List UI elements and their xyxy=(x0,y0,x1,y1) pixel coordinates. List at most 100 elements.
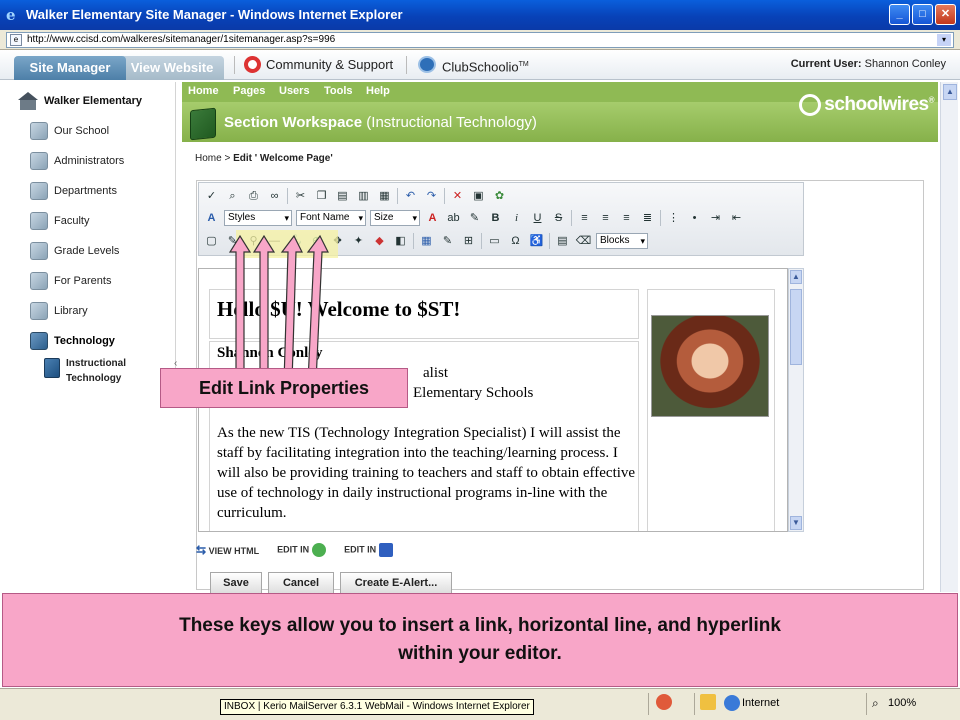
menu-home[interactable]: Home xyxy=(188,85,219,97)
cut-icon[interactable]: ✂ xyxy=(292,188,309,205)
omega-icon[interactable]: Ω xyxy=(507,233,524,250)
scroll-down-icon[interactable]: ▼ xyxy=(790,516,802,530)
sidebar-item-for-parents[interactable]: For Parents xyxy=(30,270,111,292)
cell-icon[interactable]: ⊞ xyxy=(460,233,477,250)
window-controls: _ □ ✕ xyxy=(889,4,956,25)
community-support-link[interactable]: Community & Support xyxy=(266,56,393,74)
strikethrough-icon[interactable]: S xyxy=(550,210,567,227)
sidebar-item-administrators[interactable]: Administrators xyxy=(30,150,124,172)
eraser-icon[interactable]: ⌫ xyxy=(575,233,592,250)
tab-view-website[interactable]: View Website xyxy=(120,56,224,80)
security-zone[interactable]: Internet xyxy=(724,695,779,711)
template-icon[interactable]: ✿ xyxy=(491,188,508,205)
page-scroll-up-icon[interactable]: ▲ xyxy=(943,84,957,100)
tab-edit-in-frontpage[interactable]: EDIT IN xyxy=(344,543,394,557)
scroll-up-icon[interactable]: ▲ xyxy=(790,270,802,284)
preview-icon[interactable]: ▣ xyxy=(470,188,487,205)
maximize-button[interactable]: □ xyxy=(912,4,933,25)
sidebar-school[interactable]: Walker Elementary xyxy=(18,92,142,110)
symbol-icon[interactable]: ◧ xyxy=(392,233,409,250)
callout-arrow-3 xyxy=(280,234,303,383)
breadcrumb-home[interactable]: Home xyxy=(195,153,222,164)
align-center-icon[interactable]: ≡ xyxy=(597,210,614,227)
italic-icon[interactable]: i xyxy=(508,210,525,227)
styles-select[interactable]: Styles xyxy=(224,210,292,226)
outdent-icon[interactable]: ⇤ xyxy=(728,210,745,227)
bullet-list-icon[interactable]: • xyxy=(686,210,703,227)
tab-site-manager[interactable]: Site Manager xyxy=(14,56,126,80)
highlight-icon[interactable]: ab xyxy=(445,210,462,227)
font-name-select[interactable]: Font Name xyxy=(296,210,366,226)
align-right-icon[interactable]: ≡ xyxy=(618,210,635,227)
folder-open-icon xyxy=(30,332,48,350)
zoom-label: 100% xyxy=(888,697,917,709)
sidebar-item-grade-levels[interactable]: Grade Levels xyxy=(30,240,119,262)
table-edit-icon[interactable]: ✎ xyxy=(439,233,456,250)
copy-icon[interactable]: ❐ xyxy=(313,188,330,205)
flash-icon[interactable]: ✦ xyxy=(350,233,367,250)
document-icon[interactable]: ◆ xyxy=(371,233,388,250)
address-url: http://www.ccisd.com/walkeres/sitemanage… xyxy=(27,34,336,45)
security-icon[interactable] xyxy=(700,694,716,710)
popup-blocker-icon[interactable] xyxy=(656,694,672,710)
clubschoolio-link[interactable]: ClubSchoolioTM xyxy=(442,56,529,76)
menu-pages[interactable]: Pages xyxy=(233,85,265,97)
menu-help[interactable]: Help xyxy=(366,85,390,97)
blocks-select[interactable]: Blocks xyxy=(596,233,648,249)
align-left-icon[interactable]: ≡ xyxy=(576,210,593,227)
paste-word-icon[interactable]: ▦ xyxy=(376,188,393,205)
spellcheck-icon[interactable]: ✓ xyxy=(203,188,220,205)
zoom-level[interactable]: ⌕ 100% xyxy=(872,695,916,711)
sidebar-item-faculty[interactable]: Faculty xyxy=(30,210,89,232)
scroll-thumb[interactable] xyxy=(790,289,802,365)
find-icon[interactable]: ⌕ xyxy=(224,188,241,205)
binoculars-icon[interactable]: ∞ xyxy=(266,188,283,205)
tab-view-html[interactable]: ⇆ VIEW HTML xyxy=(196,543,259,557)
breadcrumb-separator: > xyxy=(224,153,231,164)
paste-text-icon[interactable]: ▥ xyxy=(355,188,372,205)
tab-edit-in-dreamweaver[interactable]: EDIT IN xyxy=(277,543,327,557)
folder-icon xyxy=(30,272,48,290)
indent-icon[interactable]: ⇥ xyxy=(707,210,724,227)
form-icon[interactable]: ▤ xyxy=(554,233,571,250)
delete-icon[interactable]: ✕ xyxy=(449,188,466,205)
sidebar-item-library[interactable]: Library xyxy=(30,300,88,322)
underline-icon[interactable]: U xyxy=(529,210,546,227)
undo-icon[interactable]: ↶ xyxy=(402,188,419,205)
sidebar-item-technology[interactable]: Technology xyxy=(30,330,115,352)
create-e-alert-button[interactable]: Create E-Alert... xyxy=(340,572,452,594)
toolbar-separator xyxy=(481,233,482,249)
editor-scrollbar[interactable]: ▲ ▼ xyxy=(788,268,804,532)
save-button[interactable]: Save xyxy=(210,572,262,594)
close-button[interactable]: ✕ xyxy=(935,4,956,25)
format-painter-icon[interactable]: ✎ xyxy=(466,210,483,227)
redo-icon[interactable]: ↷ xyxy=(423,188,440,205)
toolbar-separator xyxy=(660,210,661,226)
accessibility-icon[interactable]: ♿ xyxy=(528,233,545,250)
paste-icon[interactable]: ▤ xyxy=(334,188,351,205)
format-icon[interactable]: A xyxy=(203,210,220,227)
cancel-button[interactable]: Cancel xyxy=(268,572,334,594)
sidebar-item-departments[interactable]: Departments xyxy=(30,180,117,202)
bold-icon[interactable]: B xyxy=(487,210,504,227)
sidebar-subitem-instructional-technology[interactable]: Instructional Technology xyxy=(44,356,174,386)
menu-users[interactable]: Users xyxy=(279,85,310,97)
frame-icon[interactable]: ▭ xyxy=(486,233,503,250)
numbered-list-icon[interactable]: ⋮ xyxy=(665,210,682,227)
page-scrollbar[interactable]: ▲ xyxy=(940,82,958,592)
print-icon[interactable]: ⎙ xyxy=(245,188,262,205)
justify-icon[interactable]: ≣ xyxy=(639,210,656,227)
address-input[interactable]: e http://www.ccisd.com/walkeres/sitemana… xyxy=(6,32,954,48)
schoolwires-logo-text: schoolwires xyxy=(824,94,929,116)
minimize-button[interactable]: _ xyxy=(889,4,910,25)
sidebar-subitem-label: Instructional Technology xyxy=(66,358,127,384)
address-dropdown-icon[interactable]: ▾ xyxy=(937,34,951,46)
table-icon[interactable]: ▦ xyxy=(418,233,435,250)
menu-tools[interactable]: Tools xyxy=(324,85,353,97)
clubschoolio-logo-icon xyxy=(418,56,436,73)
size-select[interactable]: Size xyxy=(370,210,420,226)
sidebar: Walker Elementary Our School Administrat… xyxy=(8,82,176,400)
image-icon[interactable]: ▢ xyxy=(203,233,220,250)
sidebar-item-our-school[interactable]: Our School xyxy=(30,120,109,142)
font-color-icon[interactable]: A xyxy=(424,210,441,227)
